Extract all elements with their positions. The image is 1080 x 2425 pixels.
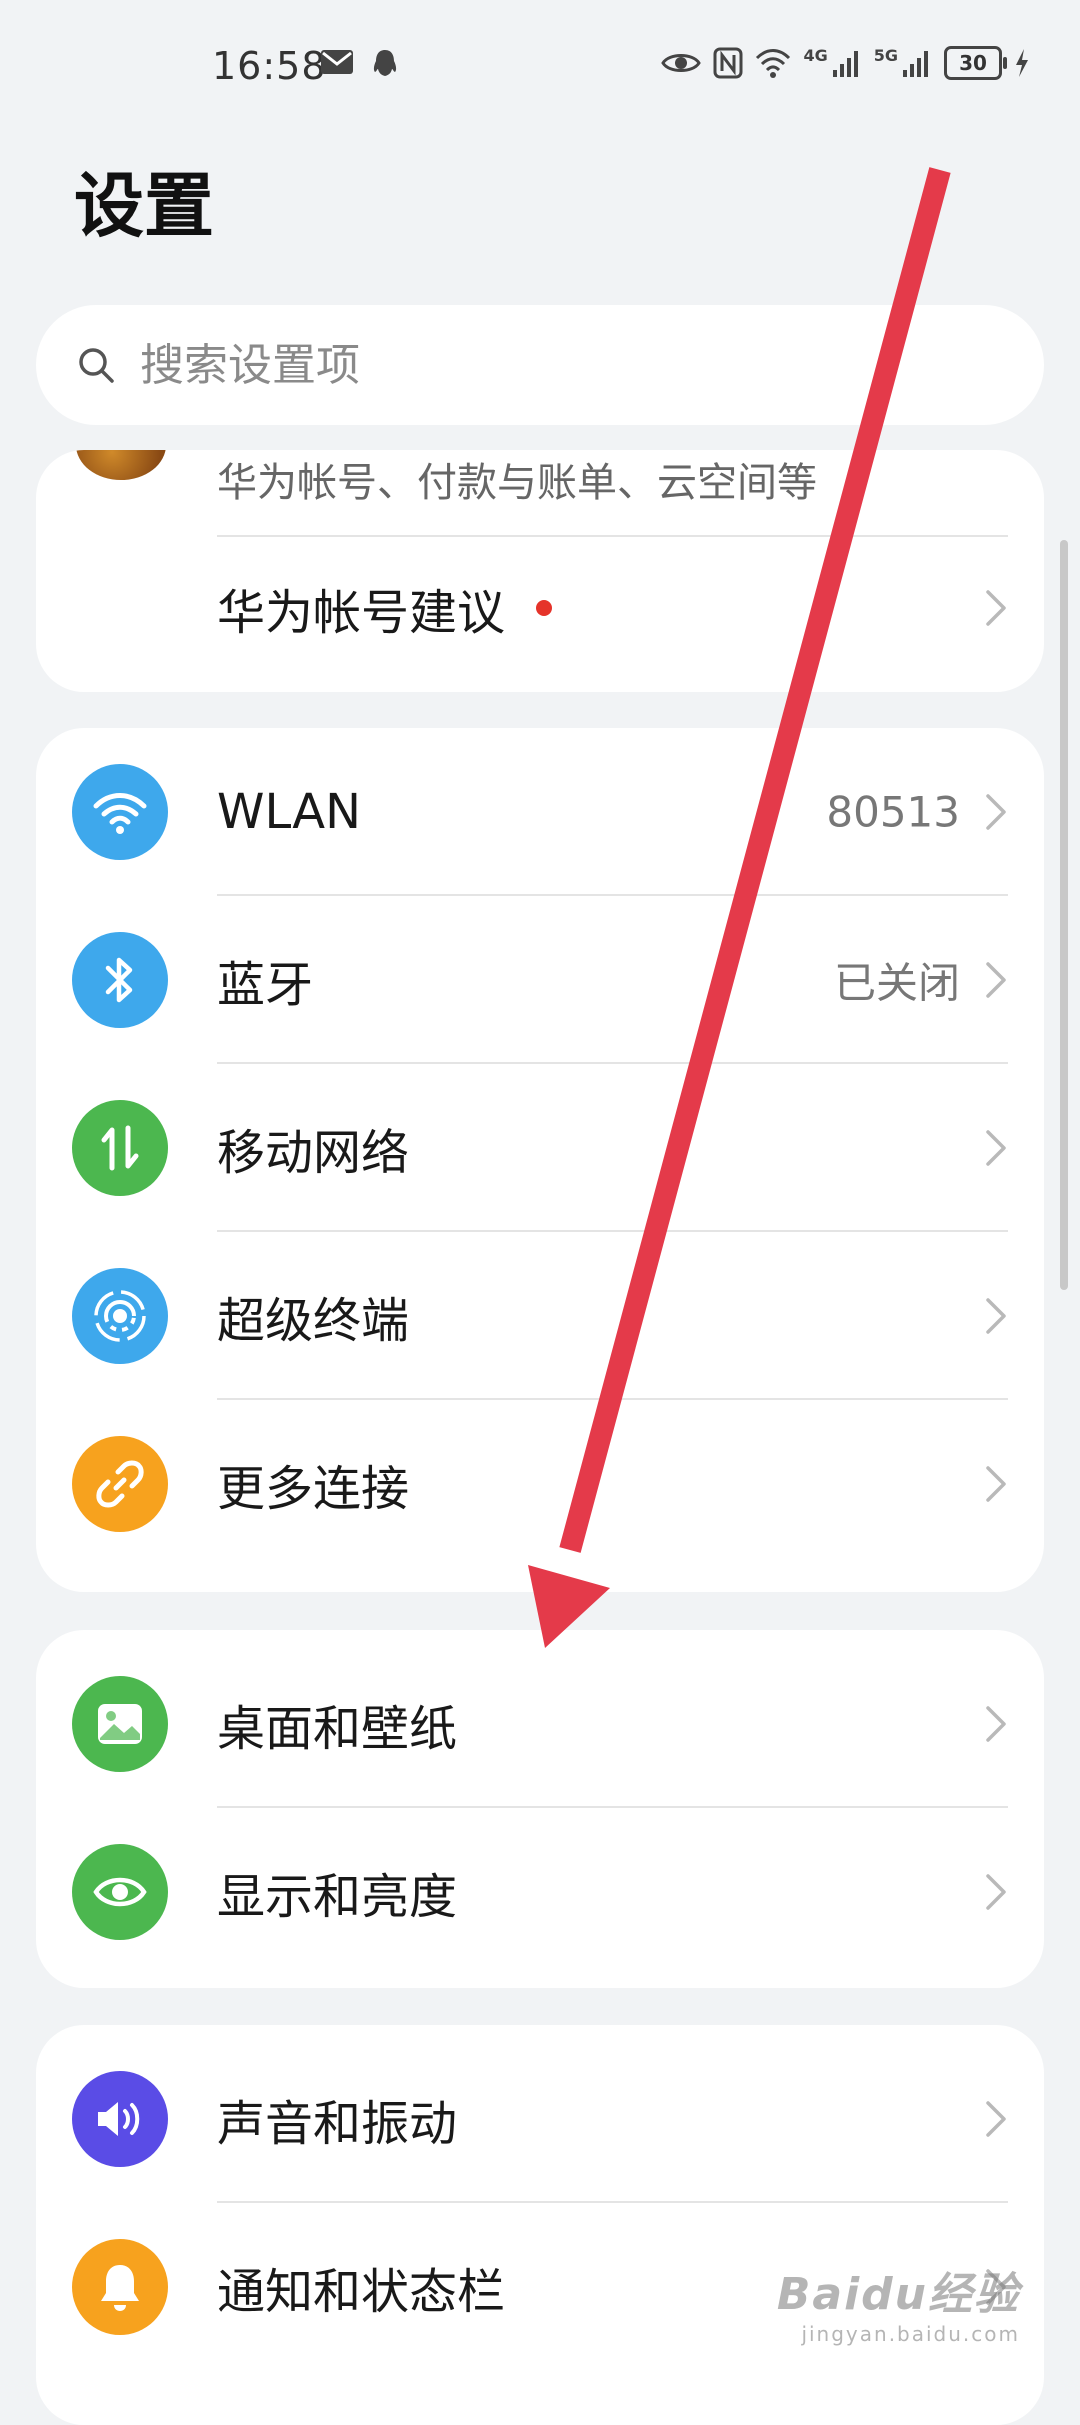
eye-comfort-icon: [661, 54, 702, 72]
settings-item-label: 更多连接: [217, 1461, 410, 1517]
scrollbar[interactable]: [1060, 540, 1068, 1290]
account-suggestion-label: 华为帐号建议: [217, 585, 506, 641]
network-4g-label: 4G: [803, 46, 828, 65]
charging-icon: [1016, 49, 1028, 77]
settings-item-sound[interactable]: 声音和振动: [36, 2035, 1044, 2203]
connectivity-card: WLAN 80513 蓝牙 已关闭 移动网络 超级终端 更多连接: [36, 728, 1044, 1592]
search-icon: [79, 348, 114, 383]
divider: [217, 535, 1008, 537]
bluetooth-icon: [72, 932, 168, 1028]
chevron-right-icon: [986, 794, 1006, 830]
watermark-logo: Baidu经验: [776, 2269, 1020, 2320]
chevron-right-icon: [986, 1298, 1006, 1334]
settings-item-label: 超级终端: [217, 1293, 410, 1349]
account-subtitle[interactable]: 华为帐号、付款与账单、云空间等: [217, 450, 817, 508]
nfc-icon: [713, 47, 743, 79]
mail-icon: [321, 50, 353, 74]
chevron-right-icon: [986, 962, 1006, 998]
wifi-status-icon: [756, 49, 791, 78]
super-device-icon: [72, 1268, 168, 1364]
signal-icon-2: [903, 51, 928, 77]
network-5g-label: 5G: [873, 46, 898, 65]
chevron-right-icon: [986, 1466, 1006, 1502]
system-status-icons: 4G 5G 30: [661, 46, 1030, 80]
mobile-data-icon: [72, 1100, 168, 1196]
settings-item-label: 移动网络: [217, 1125, 410, 1181]
settings-item-value: 80513: [826, 787, 960, 837]
watermark: Baidu经验 jingyan.baidu.com: [777, 2258, 1020, 2346]
chevron-right-icon: [986, 2101, 1006, 2137]
settings-item-label: 声音和振动: [217, 2096, 458, 2152]
bell-icon: [72, 2239, 168, 2335]
settings-item-mobile-network[interactable]: 移动网络: [36, 1064, 1044, 1232]
eye-icon: [72, 1844, 168, 1940]
qq-icon: [373, 50, 397, 76]
chevron-right-icon: [986, 1874, 1006, 1910]
settings-item-super-device[interactable]: 超级终端: [36, 1232, 1044, 1400]
settings-item-label: 桌面和壁纸: [217, 1701, 458, 1757]
signal-icon-1: [832, 51, 858, 77]
page-title: 设置: [74, 165, 214, 247]
settings-item-bluetooth[interactable]: 蓝牙 已关闭: [36, 896, 1044, 1064]
settings-item-wallpaper[interactable]: 桌面和壁纸: [36, 1640, 1044, 1808]
wallpaper-icon: [72, 1676, 168, 1772]
avatar[interactable]: [76, 450, 166, 480]
account-card: 华为帐号、付款与账单、云空间等 华为帐号建议: [36, 450, 1044, 692]
chevron-right-icon: [986, 590, 1006, 626]
sound-card: 声音和振动 通知和状态栏: [36, 2025, 1044, 2425]
status-time: 16:58: [212, 44, 327, 88]
settings-item-label: 通知和状态栏: [217, 2264, 506, 2320]
watermark-url: jingyan.baidu.com: [801, 2322, 1020, 2346]
chevron-right-icon: [986, 1706, 1006, 1742]
settings-item-value: 已关闭: [833, 958, 960, 1008]
settings-item-more-connections[interactable]: 更多连接: [36, 1400, 1044, 1568]
notification-dot: [536, 600, 552, 616]
speaker-icon: [72, 2071, 168, 2167]
search-bar[interactable]: [36, 305, 1044, 425]
notification-icons: [320, 48, 400, 80]
settings-item-display-brightness[interactable]: 显示和亮度: [36, 1808, 1044, 1976]
settings-item-wlan[interactable]: WLAN 80513: [36, 728, 1044, 896]
search-input[interactable]: [138, 338, 942, 392]
settings-item-label: 显示和亮度: [217, 1869, 458, 1925]
settings-item-label: WLAN: [217, 784, 362, 840]
link-icon: [72, 1436, 168, 1532]
settings-item-label: 蓝牙: [217, 957, 314, 1013]
battery-indicator: 30: [944, 46, 1007, 80]
wifi-icon: [72, 764, 168, 860]
status-bar: 16:58 4G 5G 30: [0, 0, 1080, 130]
display-card: 桌面和壁纸 显示和亮度: [36, 1630, 1044, 1988]
chevron-right-icon: [986, 1130, 1006, 1166]
account-suggestion-row[interactable]: 华为帐号建议: [36, 524, 1044, 692]
